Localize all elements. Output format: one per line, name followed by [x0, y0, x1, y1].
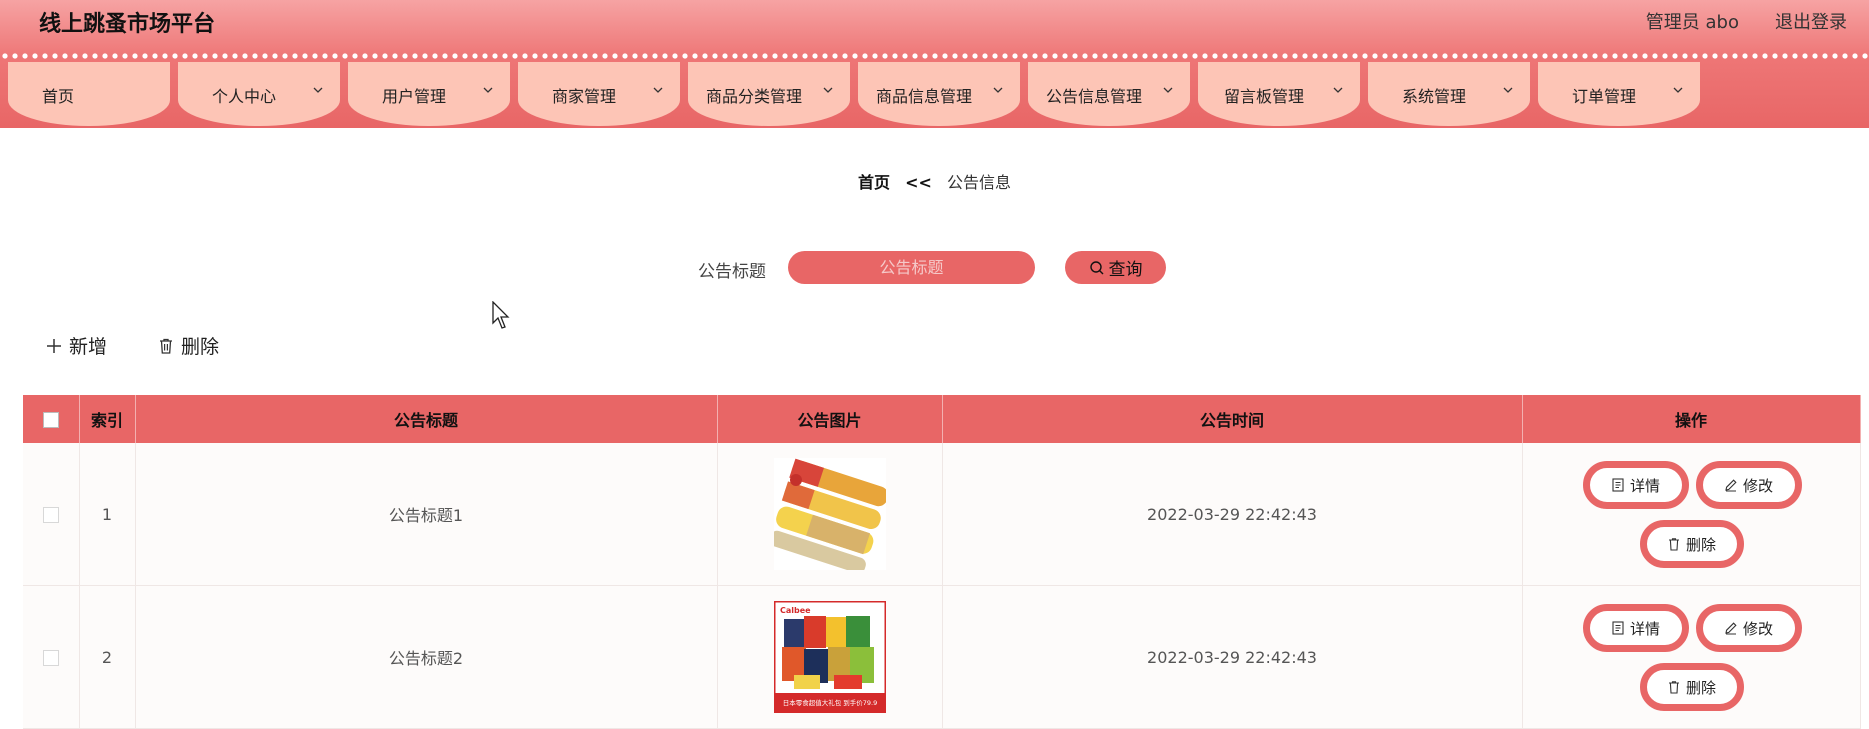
nav-item-home[interactable]: 首页 — [8, 62, 170, 126]
detail-button-label: 详情 — [1629, 619, 1660, 638]
select-all-checkbox[interactable] — [42, 412, 59, 428]
row-actions-cell: 详情 修改 删除 — [1522, 443, 1861, 586]
nav-item-product-management[interactable]: 商品信息管理 — [858, 62, 1020, 126]
nav-item-personal-center[interactable]: 个人中心 — [178, 62, 340, 126]
document-icon — [1612, 621, 1624, 635]
row-time: 2022-03-29 22:42:43 — [942, 585, 1523, 729]
nav-item-user-management[interactable]: 用户管理 — [348, 62, 510, 126]
header: 线上跳蚤市场平台 管理员 abo 退出登录 首页 个人中心 用户管理 商家管理 … — [0, 0, 1869, 128]
row-index: 2 — [79, 585, 136, 729]
detail-button-label: 详情 — [1629, 476, 1660, 495]
breadcrumb: 首页 << 公告信息 — [0, 169, 1869, 193]
nav-item-category-management[interactable]: 商品分类管理 — [688, 62, 850, 126]
select-all-cell — [23, 395, 80, 443]
table-row: 1 公告标题1 2022-03-29 22:42:43 详情 修改 删除 — [23, 443, 1861, 586]
row-select-cell — [23, 585, 80, 729]
search-button-label: 查询 — [1108, 260, 1143, 280]
admin-user-label: 管理员 abo — [1645, 12, 1739, 33]
delete-button-label: 删除 — [1685, 678, 1716, 697]
column-header-time: 公告时间 — [942, 395, 1523, 443]
pencil-icon — [1725, 479, 1737, 492]
svg-text:Calbee: Calbee — [780, 606, 811, 615]
chevron-down-icon — [1163, 87, 1173, 93]
row-image-cell: Calbee 日本零食超值大礼包 到手价79.9 — [717, 585, 943, 729]
row-actions-cell: 详情 修改 删除 — [1522, 585, 1861, 729]
document-icon — [1612, 478, 1624, 492]
row-image-cell — [717, 443, 943, 586]
chevron-down-icon — [1333, 87, 1343, 93]
column-header-image: 公告图片 — [717, 395, 943, 443]
svg-text:日本零食超值大礼包 到手价79.9: 日本零食超值大礼包 到手价79.9 — [782, 698, 877, 707]
nav-item-announcement-management[interactable]: 公告信息管理 — [1028, 62, 1190, 126]
chevron-down-icon — [653, 87, 663, 93]
announcement-table: 索引 公告标题 公告图片 公告时间 操作 1 公告标题1 2022-03-29 … — [23, 395, 1861, 729]
add-button-label: 新增 — [69, 336, 108, 358]
column-header-actions: 操作 — [1522, 395, 1861, 443]
breadcrumb-home[interactable]: 首页 — [858, 173, 890, 192]
search-input[interactable] — [788, 251, 1035, 284]
row-select-cell — [23, 443, 80, 586]
edit-button[interactable]: 修改 — [1695, 604, 1802, 652]
nav-item-label: 用户管理 — [381, 87, 446, 106]
search-icon — [1089, 260, 1103, 274]
mouse-cursor-icon — [492, 301, 510, 329]
snack-gift-box-image: Calbee 日本零食超值大礼包 到手价79.9 — [773, 601, 886, 713]
chevron-down-icon — [1673, 87, 1683, 93]
nav-item-message-board-management[interactable]: 留言板管理 — [1198, 62, 1360, 126]
chevron-down-icon — [823, 87, 833, 93]
table-row: 2 公告标题2 Calbee 日本零食超值大礼包 到手价79.9 2022-03… — [23, 585, 1861, 729]
plus-icon — [47, 338, 61, 353]
row-checkbox[interactable] — [42, 507, 59, 523]
nav-item-label: 商品信息管理 — [875, 87, 972, 106]
chevron-down-icon — [483, 87, 493, 93]
trash-icon — [160, 338, 172, 354]
delete-button[interactable]: 删除 — [1639, 520, 1744, 568]
chevron-down-icon — [993, 87, 1003, 93]
batch-delete-button[interactable]: 删除 — [157, 332, 219, 359]
search-button[interactable]: 查询 — [1065, 251, 1166, 284]
nav-item-label: 订单管理 — [1571, 87, 1636, 106]
logout-link[interactable]: 退出登录 — [1775, 8, 1847, 34]
search-label: 公告标题 — [698, 262, 766, 282]
breadcrumb-separator: << — [905, 173, 932, 192]
detail-button[interactable]: 详情 — [1582, 604, 1689, 652]
edit-button-label: 修改 — [1742, 476, 1773, 495]
column-header-index: 索引 — [79, 395, 136, 443]
nav-item-label: 留言板管理 — [1223, 87, 1304, 106]
nav-item-label: 系统管理 — [1401, 87, 1466, 106]
scallop-divider — [0, 52, 1869, 60]
detail-button[interactable]: 详情 — [1582, 461, 1689, 509]
add-button[interactable]: 新增 — [45, 332, 107, 359]
edit-button[interactable]: 修改 — [1695, 461, 1802, 509]
nav-item-label: 个人中心 — [211, 87, 276, 106]
delete-button[interactable]: 删除 — [1639, 663, 1744, 711]
nav-item-label: 商家管理 — [551, 87, 616, 106]
edit-button-label: 修改 — [1742, 619, 1773, 638]
nav-item-label: 公告信息管理 — [1045, 87, 1142, 106]
delete-button-label: 删除 — [1685, 535, 1716, 554]
row-index: 1 — [79, 443, 136, 586]
table-header-row: 索引 公告标题 公告图片 公告时间 操作 — [23, 395, 1861, 443]
row-time: 2022-03-29 22:42:43 — [942, 443, 1523, 586]
row-checkbox[interactable] — [42, 650, 59, 666]
breadcrumb-current: 公告信息 — [947, 173, 1012, 192]
chevron-down-icon — [1503, 87, 1513, 93]
batch-delete-label: 删除 — [181, 336, 220, 358]
chevron-down-icon — [313, 87, 323, 93]
nav-item-system-management[interactable]: 系统管理 — [1368, 62, 1530, 126]
pencil-icon — [1725, 622, 1737, 635]
nav-item-label: 商品分类管理 — [705, 87, 802, 106]
trash-icon — [1668, 538, 1679, 551]
nav-item-label: 首页 — [41, 87, 74, 106]
column-header-title: 公告标题 — [135, 395, 718, 443]
site-title: 线上跳蚤市场平台 — [39, 12, 216, 37]
row-title: 公告标题2 — [135, 585, 718, 729]
nav-item-merchant-management[interactable]: 商家管理 — [518, 62, 680, 126]
trash-icon — [1668, 681, 1679, 694]
row-title: 公告标题1 — [135, 443, 718, 586]
pringles-product-image — [773, 458, 886, 570]
nav-item-order-management[interactable]: 订单管理 — [1538, 62, 1700, 126]
